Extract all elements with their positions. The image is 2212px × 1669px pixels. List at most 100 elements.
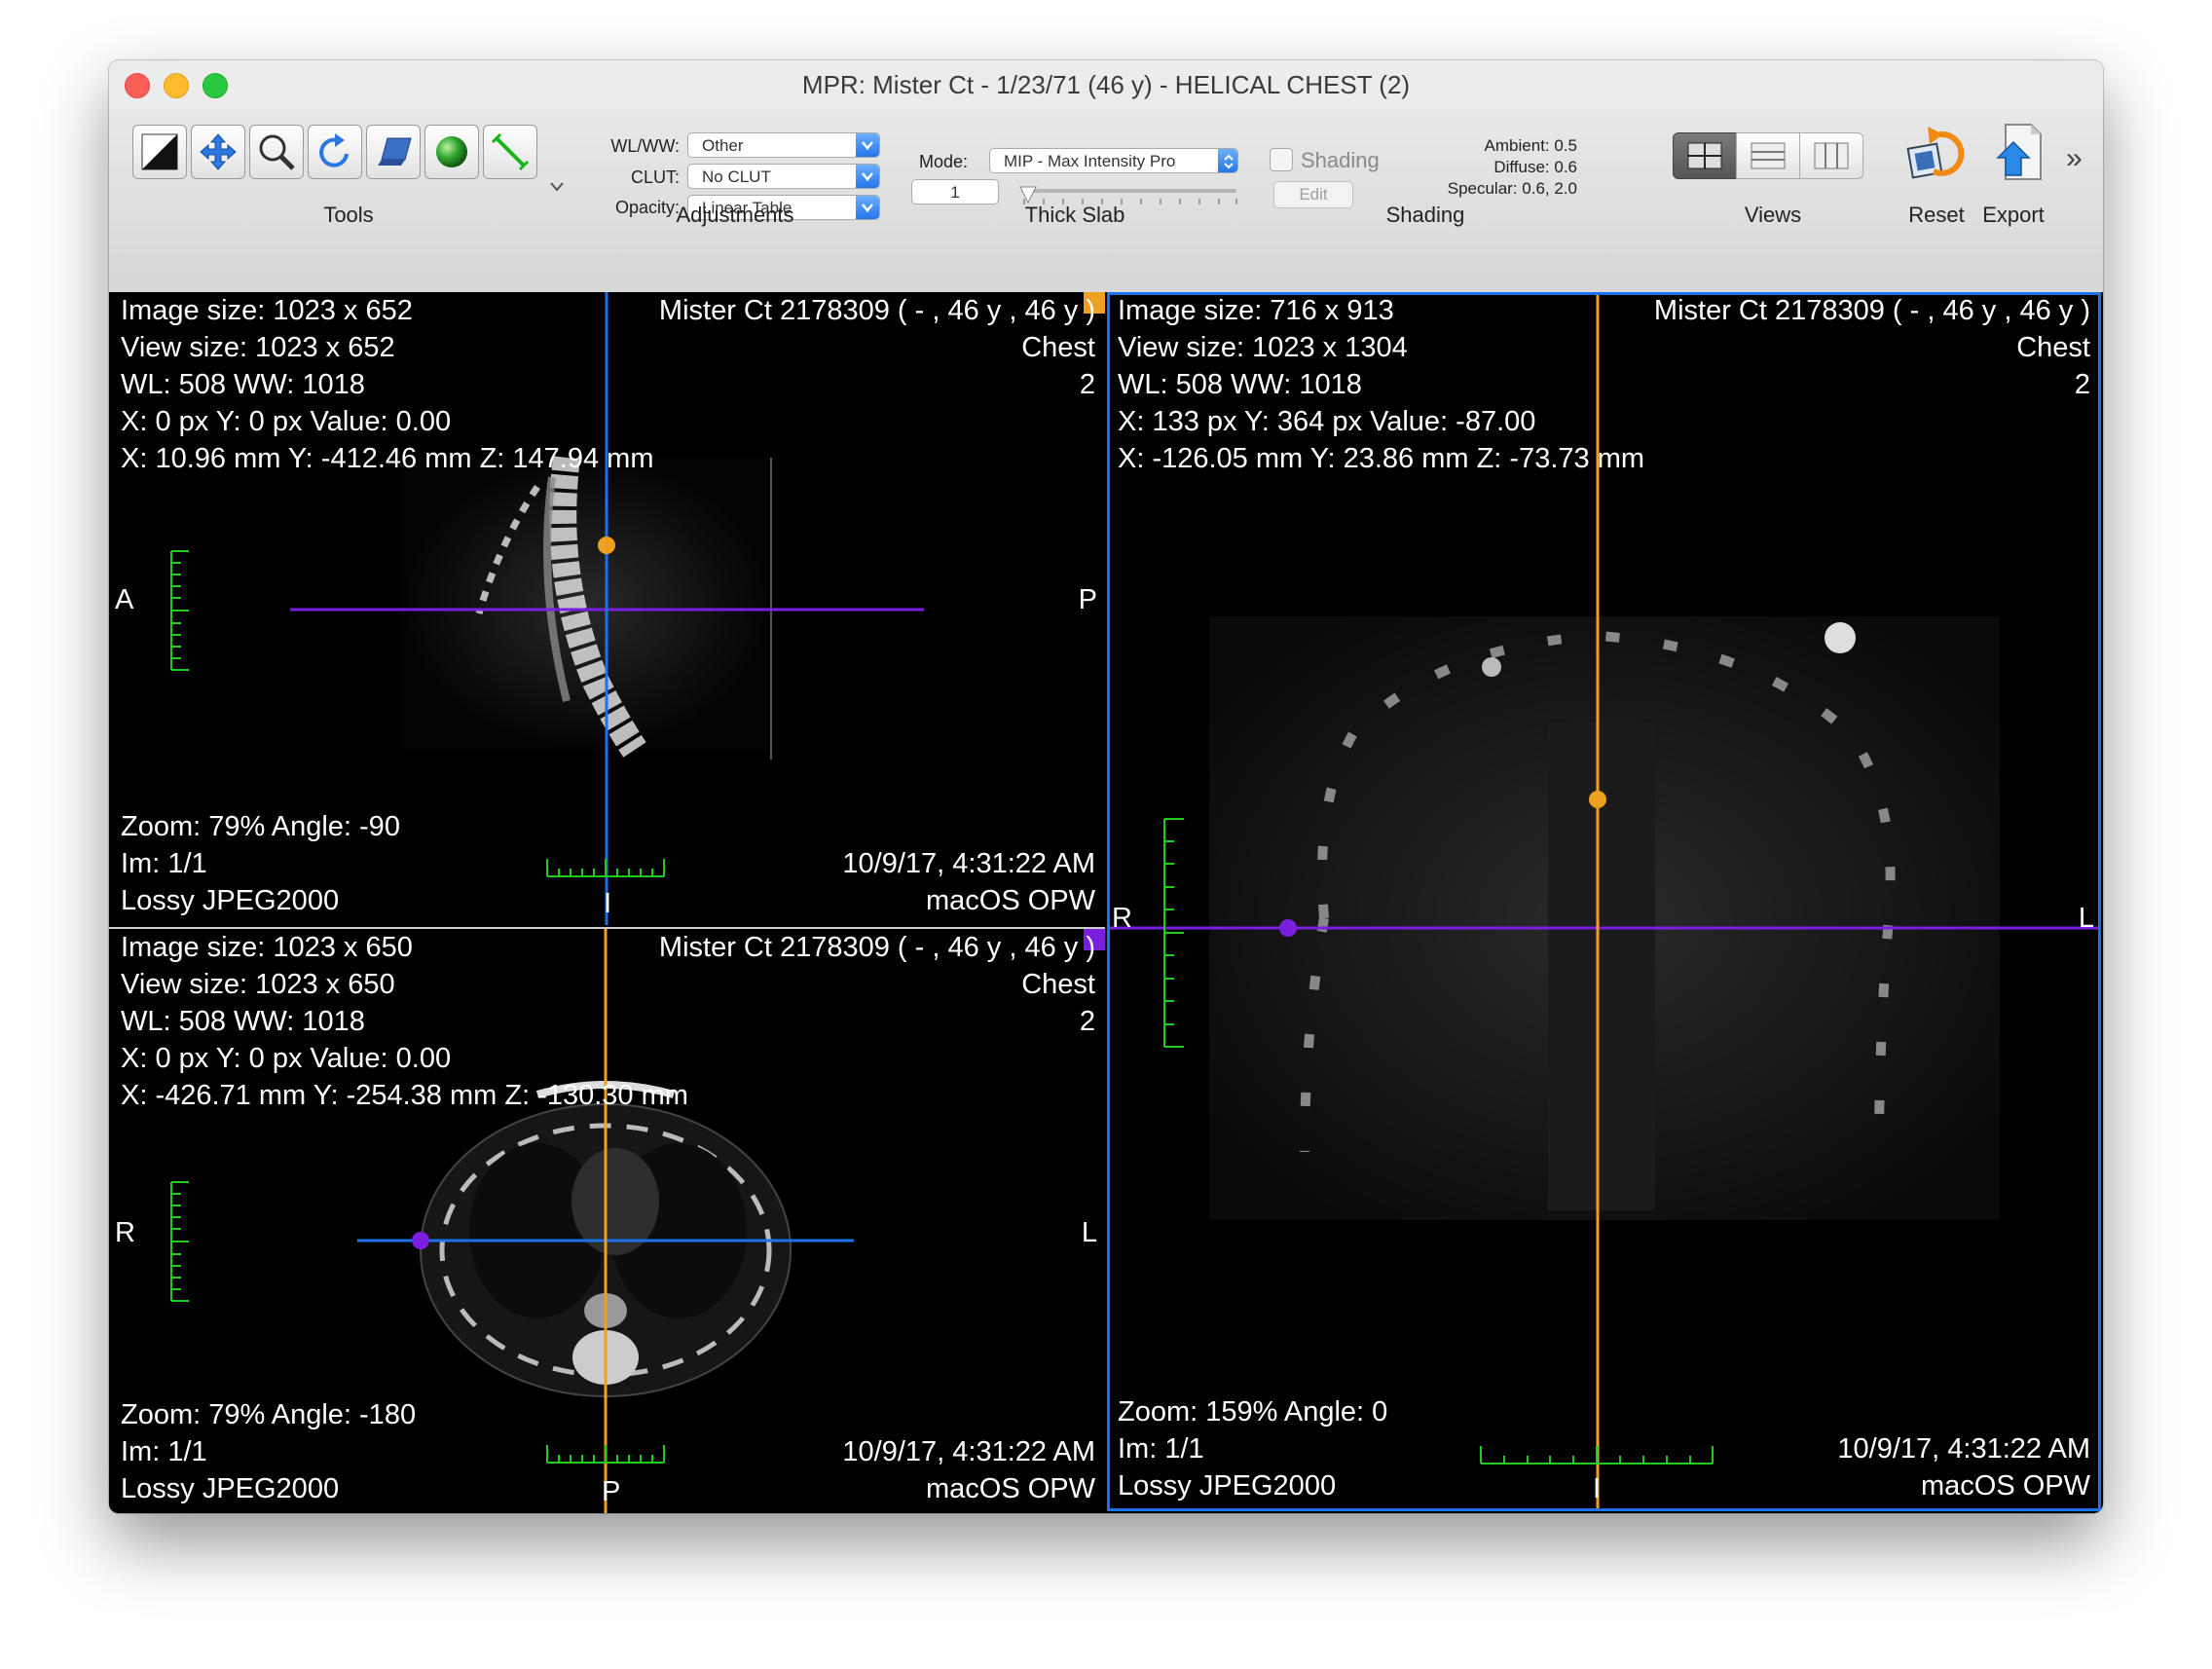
slab-thickness-slider[interactable] [1019,186,1236,204]
compression: Lossy JPEG2000 [121,885,340,916]
compression: Lossy JPEG2000 [121,1473,340,1504]
acquisition-date: 10/9/17, 4:31:22 AM [1837,1433,2090,1465]
view-2x2-button[interactable] [1673,132,1737,179]
clut-label: CLUT: [630,167,680,187]
minimize-window-button[interactable] [164,73,189,98]
zoom-angle: Zoom: 79% Angle: -90 [121,811,400,842]
rotate-icon [319,133,349,167]
mm-readout: X: 10.96 mm Y: -412.46 mm Z: 147.94 mm [121,443,654,474]
orientation-left: R [115,1217,135,1248]
shading-edit-button[interactable]: Edit [1273,181,1353,208]
image-index: Im: 1/1 [121,1436,207,1467]
window-title: MPR: Mister Ct - 1/23/71 (46 y) - HELICA… [801,70,1411,99]
grid-layout-icon [1687,142,1722,169]
rotate-tool-button[interactable] [308,125,362,179]
image-index: Im: 1/1 [1118,1433,1204,1465]
close-window-button[interactable] [125,73,150,98]
sagittal-pane[interactable]: Image size: 1023 x 652 View size: 1023 x… [109,292,1105,925]
pixel-readout: X: 0 px Y: 0 px Value: 0.00 [121,406,452,437]
ambient-value: Ambient: 0.5 [1484,136,1577,155]
compression: Lossy JPEG2000 [1118,1470,1337,1502]
patient-info: Mister Ct 2178309 ( - , 46 y , 46 y ) [1653,295,2090,326]
thick-slab-group-label: Thick Slab [1024,203,1125,227]
magnifier-icon [259,134,295,170]
wlww-select[interactable]: Other [687,132,880,158]
patient-info: Mister Ct 2178309 ( - , 46 y , 46 y ) [658,295,1095,326]
zoom-window-button[interactable] [203,73,228,98]
study-name: Chest [1021,969,1095,1000]
patient-info: Mister Ct 2178309 ( - , 46 y , 46 y ) [658,932,1095,963]
axial-pane[interactable]: Image size: 1023 x 650 View size: 1023 x… [109,929,1105,1513]
orientation-right: L [2078,903,2094,934]
stack-icon [378,137,412,166]
station-name: macOS OPW [925,1473,1095,1504]
orientation-bottom: I [604,888,612,919]
contrast-icon [141,133,178,170]
adjustments-group-label: Adjustments [676,203,794,227]
acquisition-date: 10/9/17, 4:31:22 AM [842,1436,1095,1467]
slab-mode-select[interactable]: MIP - Max Intensity Pro [989,148,1238,173]
series-number: 2 [2074,369,2090,400]
orientation-left: R [1112,903,1132,934]
point-tool-button[interactable] [424,125,479,179]
toolbar-overflow-button[interactable]: » [2066,142,2083,175]
zoom-angle: Zoom: 79% Angle: -180 [121,1399,417,1430]
station-name: macOS OPW [925,885,1095,916]
view-columns-button[interactable] [1799,132,1863,179]
station-name: macOS OPW [1920,1470,2090,1502]
ruler-line-icon [491,132,530,171]
export-label[interactable]: Export [1982,203,2045,228]
updown-chevron-icon [1224,154,1234,169]
reset-icon[interactable] [1904,121,1969,185]
reset-label[interactable]: Reset [1908,203,1964,228]
orientation-right: L [1081,1217,1097,1248]
mm-readout: X: -126.05 mm Y: 23.86 mm Z: -73.73 mm [1118,443,1645,474]
study-name: Chest [2016,332,2090,363]
move-arrows-icon [200,133,237,170]
pixel-readout: X: 133 px Y: 364 px Value: -87.00 [1118,406,1536,437]
orientation-left: A [115,584,134,615]
orientation-bottom: I [1593,1473,1602,1504]
view-size: View size: 1023 x 1304 [1118,332,1408,363]
tools-group-label: Tools [323,203,374,227]
pixel-readout: X: 0 px Y: 0 px Value: 0.00 [121,1043,452,1074]
series-number: 2 [1079,1006,1095,1037]
wlww-tool-button[interactable] [132,125,187,179]
slab-thickness-field[interactable]: 1 [911,179,999,204]
tools-menu-chevron-icon[interactable] [549,181,565,193]
length-tool-button[interactable] [483,125,537,179]
export-icon[interactable] [1986,121,2050,185]
diffuse-value: Diffuse: 0.6 [1493,158,1577,176]
window-level: WL: 508 WW: 1018 [121,369,365,400]
study-name: Chest [1021,332,1095,363]
move-tool-button[interactable] [191,125,245,179]
dropdown-chevron-icon [862,204,873,212]
shading-checkbox[interactable] [1270,148,1293,171]
zoom-angle: Zoom: 159% Angle: 0 [1118,1396,1388,1428]
image-size: Image size: 1023 x 650 [121,932,413,963]
window-level: WL: 508 WW: 1018 [121,1006,365,1037]
columns-layout-icon [1814,142,1849,169]
shading-checkbox-label: Shading [1301,148,1380,172]
green-sphere-icon [436,136,467,167]
orientation-right: P [1078,584,1097,615]
window-level: WL: 508 WW: 1018 [1118,369,1362,400]
clut-select[interactable]: No CLUT [687,164,880,189]
mpr-viewer: Image size: 1023 x 652 View size: 1023 x… [109,292,2103,1513]
wlww-label: WL/WW: [610,136,680,156]
acquisition-date: 10/9/17, 4:31:22 AM [842,848,1095,879]
dropdown-chevron-icon [862,141,873,150]
coronal-pane[interactable]: Image size: 716 x 913 View size: 1023 x … [1107,292,2101,1511]
image-size: Image size: 716 x 913 [1118,295,1394,326]
view-size: View size: 1023 x 652 [121,332,395,363]
scroll-tool-button[interactable] [366,125,421,179]
orientation-bottom: P [602,1476,621,1507]
zoom-tool-button[interactable] [249,125,304,179]
specular-value: Specular: 0.6, 2.0 [1447,179,1577,198]
view-rows-button[interactable] [1736,132,1800,179]
title-bar: MPR: Mister Ct - 1/23/71 (46 y) - HELICA… [109,60,2103,109]
series-number: 2 [1079,369,1095,400]
views-group-label: Views [1744,203,1802,227]
image-index: Im: 1/1 [121,848,207,879]
opacity-label: Opacity: [614,198,680,217]
